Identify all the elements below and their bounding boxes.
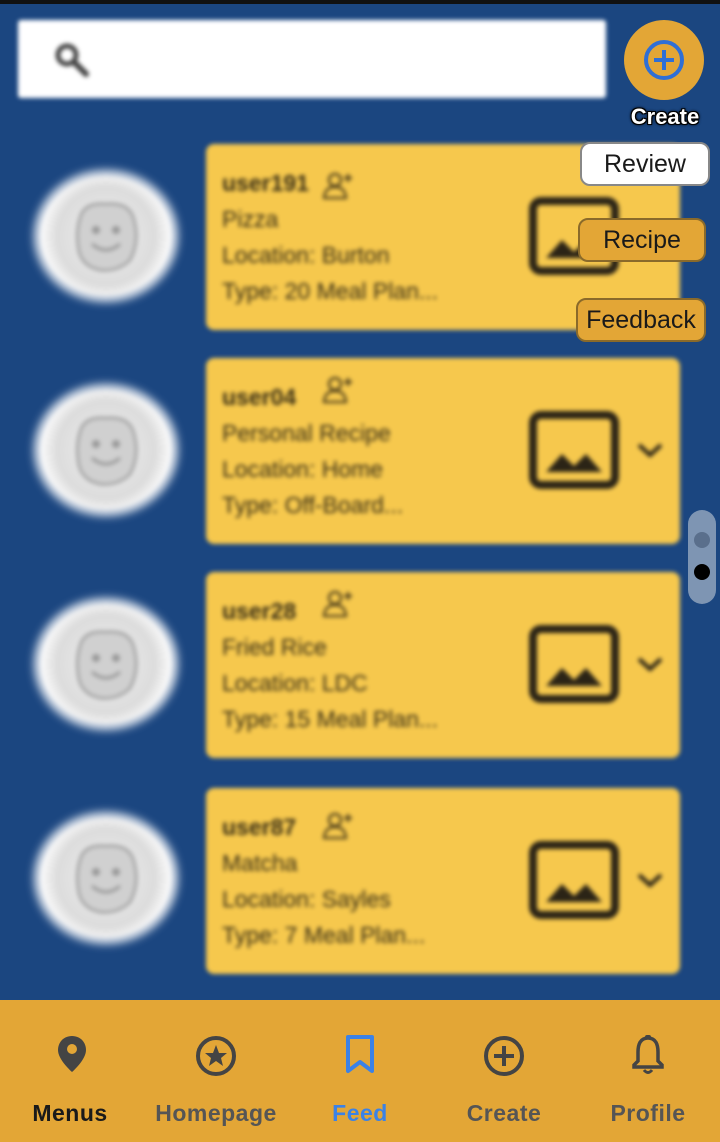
- post-card[interactable]: user04 Personal Recipe Location: Home Ty…: [206, 358, 680, 544]
- nav-label-profile: Profile: [610, 1100, 686, 1126]
- bookmark-icon: [346, 1035, 374, 1073]
- post-username[interactable]: user04: [222, 384, 296, 411]
- post-card[interactable]: user28 Fried Rice Location: LDC Type: 15…: [206, 572, 680, 758]
- nav-label-menus: Menus: [32, 1100, 108, 1126]
- chevron-down-icon[interactable]: [636, 654, 664, 674]
- image-placeholder-icon[interactable]: [528, 840, 620, 920]
- add-friend-icon[interactable]: [322, 170, 354, 200]
- avatar: [40, 818, 172, 938]
- post-card[interactable]: user87 Matcha Location: Sayles Type: 7 M…: [206, 788, 680, 974]
- post-username[interactable]: user191: [222, 170, 309, 197]
- star-circle-icon: [196, 1036, 236, 1076]
- bottom-nav: Menus Homepage Feed Create Profile: [0, 1000, 720, 1142]
- image-placeholder-icon[interactable]: [528, 410, 620, 490]
- avatar: [40, 604, 172, 724]
- add-friend-icon[interactable]: [322, 374, 354, 404]
- top-border: [0, 0, 720, 4]
- page-indicator[interactable]: [688, 510, 716, 604]
- post-title: Personal Recipe: [222, 420, 391, 446]
- chevron-down-icon[interactable]: [636, 870, 664, 890]
- bell-icon: [632, 1035, 664, 1074]
- post-username[interactable]: user28: [222, 598, 296, 625]
- page-dot-active[interactable]: [694, 564, 710, 580]
- nav-label-homepage: Homepage: [155, 1100, 277, 1126]
- avatar: [40, 176, 172, 296]
- add-friend-icon[interactable]: [322, 588, 354, 618]
- post-location: Location: Sayles: [222, 886, 391, 912]
- filter-chip-review[interactable]: Review: [580, 142, 710, 186]
- search-input[interactable]: [18, 20, 606, 98]
- search-icon: [55, 43, 89, 77]
- post-title: Matcha: [222, 850, 298, 876]
- smiley-face-icon: [75, 416, 138, 486]
- image-placeholder-icon[interactable]: [528, 624, 620, 704]
- post-username[interactable]: user87: [222, 814, 296, 841]
- create-fab-label: Create: [630, 104, 700, 129]
- filter-chip-recipe[interactable]: Recipe: [578, 218, 706, 262]
- post-type: Type: Off-Board...: [222, 492, 404, 518]
- avatar: [40, 390, 172, 510]
- nav-item-create[interactable]: Create: [432, 1000, 576, 1142]
- plus-circle-icon: [644, 40, 684, 80]
- post-location: Location: LDC: [222, 670, 368, 696]
- smiley-face-icon: [75, 630, 138, 700]
- post-location: Location: Home: [222, 456, 384, 482]
- nav-item-feed[interactable]: Feed: [288, 1000, 432, 1142]
- plus-circle-icon: [484, 1036, 524, 1076]
- nav-item-profile[interactable]: Profile: [576, 1000, 720, 1142]
- post-type: Type: 15 Meal Plan...: [222, 706, 439, 732]
- post-type: Type: 20 Meal Plan...: [222, 278, 439, 304]
- post-title: Fried Rice: [222, 634, 327, 660]
- smiley-face-icon: [75, 844, 138, 914]
- smiley-face-icon: [75, 202, 138, 272]
- post-type: Type: 7 Meal Plan...: [222, 922, 426, 948]
- nav-item-menus[interactable]: Menus: [0, 1000, 144, 1142]
- nav-item-homepage[interactable]: Homepage: [144, 1000, 288, 1142]
- chevron-down-icon[interactable]: [636, 440, 664, 460]
- filter-chip-feedback[interactable]: Feedback: [576, 298, 706, 342]
- post-location: Location: Burton: [222, 242, 390, 268]
- nav-label-feed: Feed: [332, 1100, 388, 1126]
- create-fab-button[interactable]: [624, 20, 704, 100]
- location-pin-icon: [58, 1036, 86, 1072]
- post-title: Pizza: [222, 206, 279, 232]
- add-friend-icon[interactable]: [322, 810, 354, 840]
- nav-label-create: Create: [466, 1100, 542, 1126]
- page-dot[interactable]: [694, 532, 710, 548]
